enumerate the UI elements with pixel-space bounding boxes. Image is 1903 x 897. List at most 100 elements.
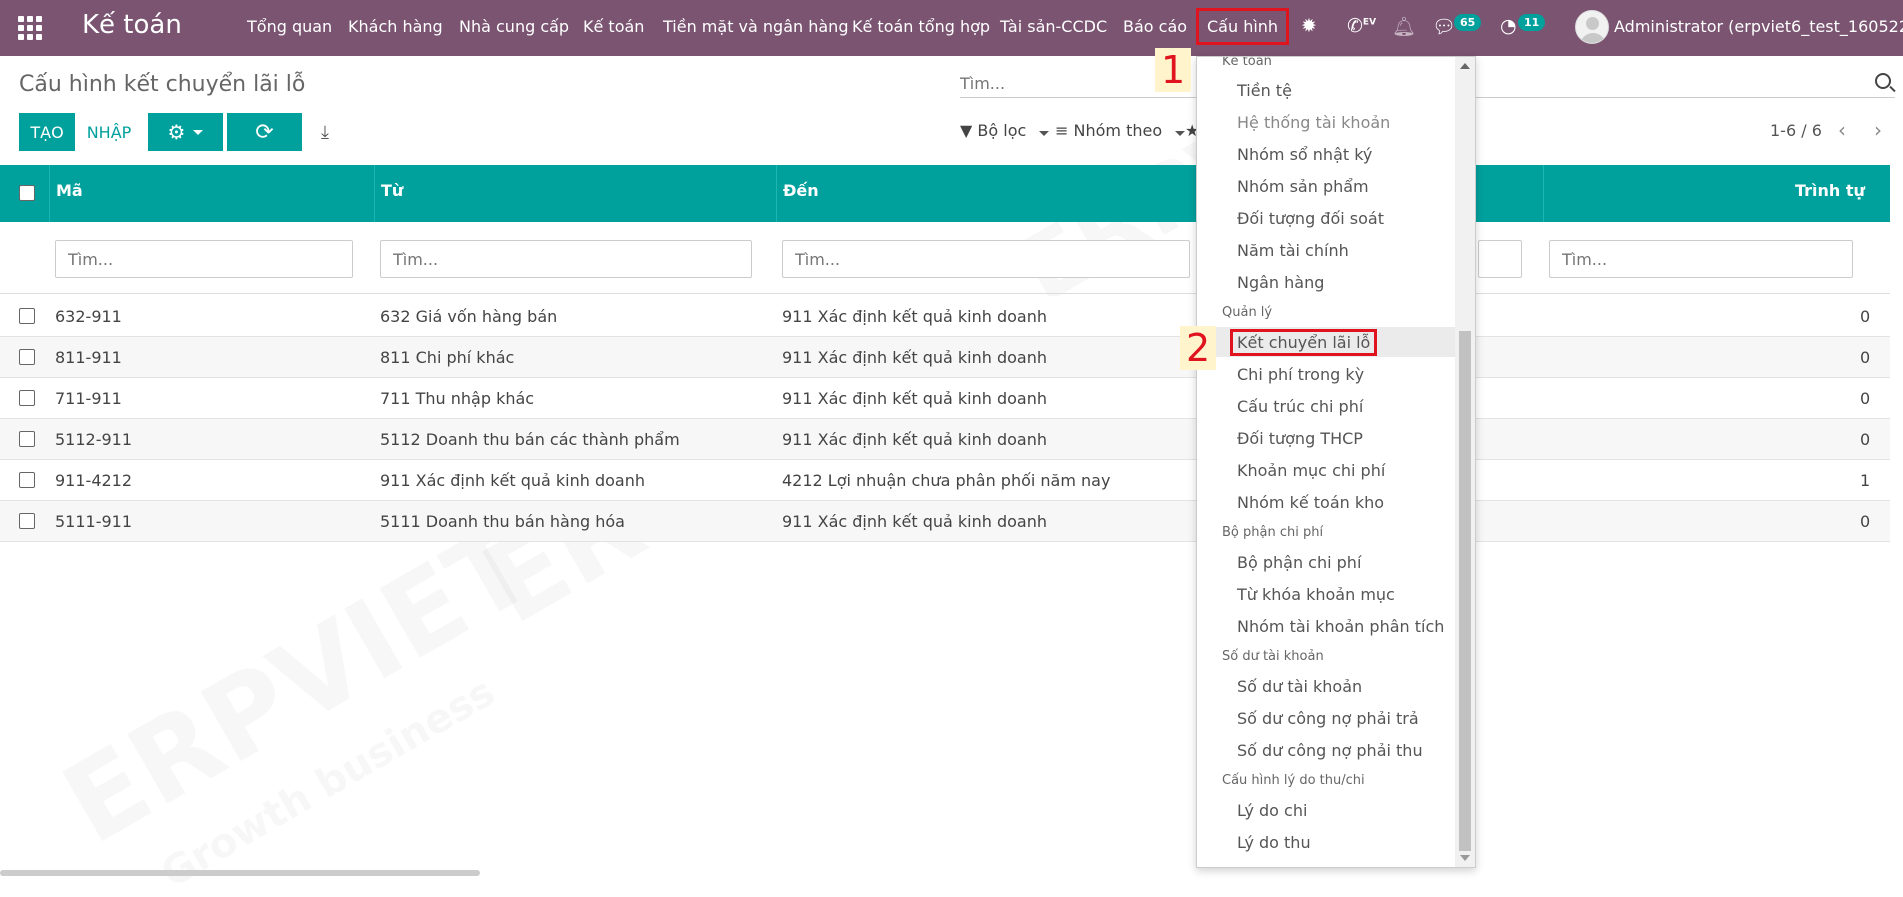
dropdown-section-header: Kế toán bbox=[1222, 56, 1272, 69]
chevron-down-icon bbox=[1039, 131, 1050, 136]
dropdown-section-header: Cấu hình lý do thu/chi bbox=[1222, 773, 1365, 788]
dropdown-item-currency[interactable]: Tiền tệ bbox=[1237, 81, 1292, 100]
filter-extra-input[interactable] bbox=[1478, 240, 1522, 278]
dropdown-item-income-reasons[interactable]: Lý do thu bbox=[1237, 833, 1311, 852]
dropdown-item-period-costs[interactable]: Chi phí trong kỳ bbox=[1237, 365, 1364, 384]
cell-sequence: 1 bbox=[1860, 471, 1871, 490]
cell-to: 911 Xác định kết quả kinh doanh bbox=[782, 348, 1048, 367]
dropdown-scrollbar-thumb[interactable] bbox=[1459, 331, 1471, 851]
dropdown-item-fiscal-years[interactable]: Năm tài chính bbox=[1237, 241, 1349, 260]
filter-code-input[interactable] bbox=[55, 240, 353, 278]
column-header-from[interactable]: Từ bbox=[381, 181, 403, 200]
dropdown-item-account-balances[interactable]: Số dư tài khoản bbox=[1237, 677, 1362, 696]
create-button[interactable]: TẠO bbox=[19, 113, 75, 151]
phone-icon[interactable]: ✆EV bbox=[1347, 15, 1376, 37]
scroll-up-icon[interactable] bbox=[1460, 63, 1470, 69]
filter-toggle[interactable]: ▼ Bộ lọc bbox=[960, 121, 1050, 140]
dropdown-item-cost-objects[interactable]: Đối tượng THCP bbox=[1237, 429, 1363, 448]
user-avatar[interactable] bbox=[1575, 10, 1609, 44]
gear-icon: ⚙ bbox=[167, 120, 186, 144]
dropdown-item-chart-of-accounts[interactable]: Hệ thống tài khoản bbox=[1237, 113, 1390, 132]
action-gear-button[interactable]: ⚙ bbox=[148, 113, 223, 151]
dropdown-item-profit-loss-transfer[interactable]: Kết chuyển lãi lỗ bbox=[1230, 329, 1378, 356]
cell-to: 4212 Lợi nhuận chưa phân phối năm nay bbox=[782, 471, 1111, 490]
step-label-1: 1 bbox=[1155, 48, 1192, 92]
dropdown-item-stock-accounting-groups[interactable]: Nhóm kế toán kho bbox=[1237, 493, 1384, 512]
pager-value[interactable]: 1-6 / 6 bbox=[1770, 121, 1822, 140]
bug-icon[interactable]: ✹ bbox=[1301, 15, 1317, 37]
dropdown-item-journal-groups[interactable]: Nhóm sổ nhật ký bbox=[1237, 145, 1372, 164]
cell-code: 711-911 bbox=[55, 389, 122, 408]
column-divider bbox=[49, 165, 50, 222]
dropdown-item-receivable-balances[interactable]: Số dư công nợ phải thu bbox=[1237, 741, 1423, 760]
table-row[interactable]: 911-4212 911 Xác định kết quả kinh doanh… bbox=[0, 460, 1890, 501]
chevron-down-icon bbox=[1175, 131, 1186, 136]
cell-code: 811-911 bbox=[55, 348, 122, 367]
menu-configuration[interactable]: Cấu hình bbox=[1196, 8, 1290, 45]
cell-sequence: 0 bbox=[1860, 307, 1871, 326]
dropdown-item-banks[interactable]: Ngân hàng bbox=[1237, 273, 1324, 292]
select-all-checkbox[interactable] bbox=[19, 185, 35, 201]
apps-menu-icon[interactable] bbox=[18, 16, 42, 40]
cell-code: 911-4212 bbox=[55, 471, 133, 490]
groupby-toggle[interactable]: ≡ Nhóm theo bbox=[1055, 121, 1186, 140]
activity-clock-icon[interactable]: ◔ bbox=[1500, 15, 1517, 37]
pager-previous-icon[interactable]: ‹ bbox=[1838, 118, 1846, 142]
dropdown-item-product-categories[interactable]: Nhóm sản phẩm bbox=[1237, 177, 1369, 196]
refresh-button[interactable]: ⟳ bbox=[227, 113, 302, 151]
column-header-sequence[interactable]: Trình tự bbox=[1795, 181, 1865, 200]
cell-from: 911 Xác định kết quả kinh doanh bbox=[380, 471, 646, 490]
dropdown-item-cost-items[interactable]: Khoản mục chi phí bbox=[1237, 461, 1385, 480]
table-row[interactable]: 711-911 711 Thu nhập khác 911 Xác định k… bbox=[0, 378, 1890, 419]
search-icon[interactable] bbox=[1875, 73, 1891, 89]
column-divider bbox=[374, 165, 375, 222]
watermark-tagline: Growth business bbox=[153, 668, 503, 897]
menu-customers[interactable]: Khách hàng bbox=[348, 17, 443, 36]
dropdown-item-analytic-account-groups[interactable]: Nhóm tài khoản phân tích bbox=[1237, 617, 1444, 636]
table-row[interactable]: 5111-911 5111 Doanh thu bán hàng hóa 911… bbox=[0, 501, 1890, 542]
row-checkbox[interactable] bbox=[19, 390, 35, 406]
dropdown-item-cost-departments[interactable]: Bộ phận chi phí bbox=[1237, 553, 1361, 572]
menu-assets[interactable]: Tài sản-CCDC bbox=[1000, 17, 1107, 36]
row-checkbox[interactable] bbox=[19, 513, 35, 529]
import-button[interactable]: NHẬP bbox=[80, 113, 138, 151]
dropdown-item-cost-structure[interactable]: Cấu trúc chi phí bbox=[1237, 397, 1363, 416]
step-label-2: 2 bbox=[1180, 326, 1217, 370]
filter-to-input[interactable] bbox=[782, 240, 1190, 278]
row-checkbox[interactable] bbox=[19, 308, 35, 324]
column-header-to[interactable]: Đến bbox=[783, 181, 819, 200]
app-brand[interactable]: Kế toán bbox=[82, 10, 182, 40]
pager-next-icon[interactable]: › bbox=[1874, 118, 1882, 142]
cell-sequence: 0 bbox=[1860, 430, 1871, 449]
dropdown-item-expense-reasons[interactable]: Lý do chi bbox=[1237, 801, 1307, 820]
download-button[interactable]: ⤓ bbox=[314, 113, 336, 151]
menu-reports[interactable]: Báo cáo bbox=[1123, 17, 1187, 36]
cell-code: 632-911 bbox=[55, 307, 122, 326]
user-menu[interactable]: Administrator (erpviet6_test_160522) bbox=[1614, 17, 1903, 36]
dropdown-item-payable-balances[interactable]: Số dư công nợ phải trả bbox=[1237, 709, 1419, 728]
row-checkbox[interactable] bbox=[19, 472, 35, 488]
cell-code: 5111-911 bbox=[55, 512, 133, 531]
menu-vendors[interactable]: Nhà cung cấp bbox=[459, 17, 569, 36]
table-row[interactable]: 811-911 811 Chi phí khác 911 Xác định kế… bbox=[0, 337, 1890, 378]
page-title: Cấu hình kết chuyển lãi lỗ bbox=[19, 72, 306, 97]
menu-general-accounting[interactable]: Kế toán tổng hợp bbox=[852, 17, 990, 36]
dropdown-item-item-keywords[interactable]: Từ khóa khoản mục bbox=[1237, 585, 1395, 604]
cell-from: 711 Thu nhập khác bbox=[380, 389, 535, 408]
row-checkbox[interactable] bbox=[19, 431, 35, 447]
menu-accounting[interactable]: Kế toán bbox=[583, 17, 644, 36]
table-row[interactable]: 5112-911 5112 Doanh thu bán các thành ph… bbox=[0, 419, 1890, 460]
column-header-code[interactable]: Mã bbox=[56, 181, 83, 200]
filter-from-input[interactable] bbox=[380, 240, 752, 278]
menu-cash-bank[interactable]: Tiền mặt và ngân hàng bbox=[663, 17, 848, 36]
scroll-down-icon[interactable] bbox=[1460, 855, 1470, 861]
refresh-icon: ⟳ bbox=[255, 119, 274, 145]
row-checkbox[interactable] bbox=[19, 349, 35, 365]
chat-icon[interactable]: 💬︎ bbox=[1432, 15, 1456, 38]
filter-sequence-input[interactable] bbox=[1549, 240, 1853, 278]
bell-icon[interactable]: 🔔︎ bbox=[1392, 15, 1416, 38]
menu-overview[interactable]: Tổng quan bbox=[247, 17, 332, 36]
dropdown-item-reconcile-objects[interactable]: Đối tượng đối soát bbox=[1237, 209, 1384, 228]
table-row[interactable]: 632-911 632 Giá vốn hàng bán 911 Xác địn… bbox=[0, 296, 1890, 337]
horizontal-scrollbar[interactable] bbox=[0, 870, 480, 876]
